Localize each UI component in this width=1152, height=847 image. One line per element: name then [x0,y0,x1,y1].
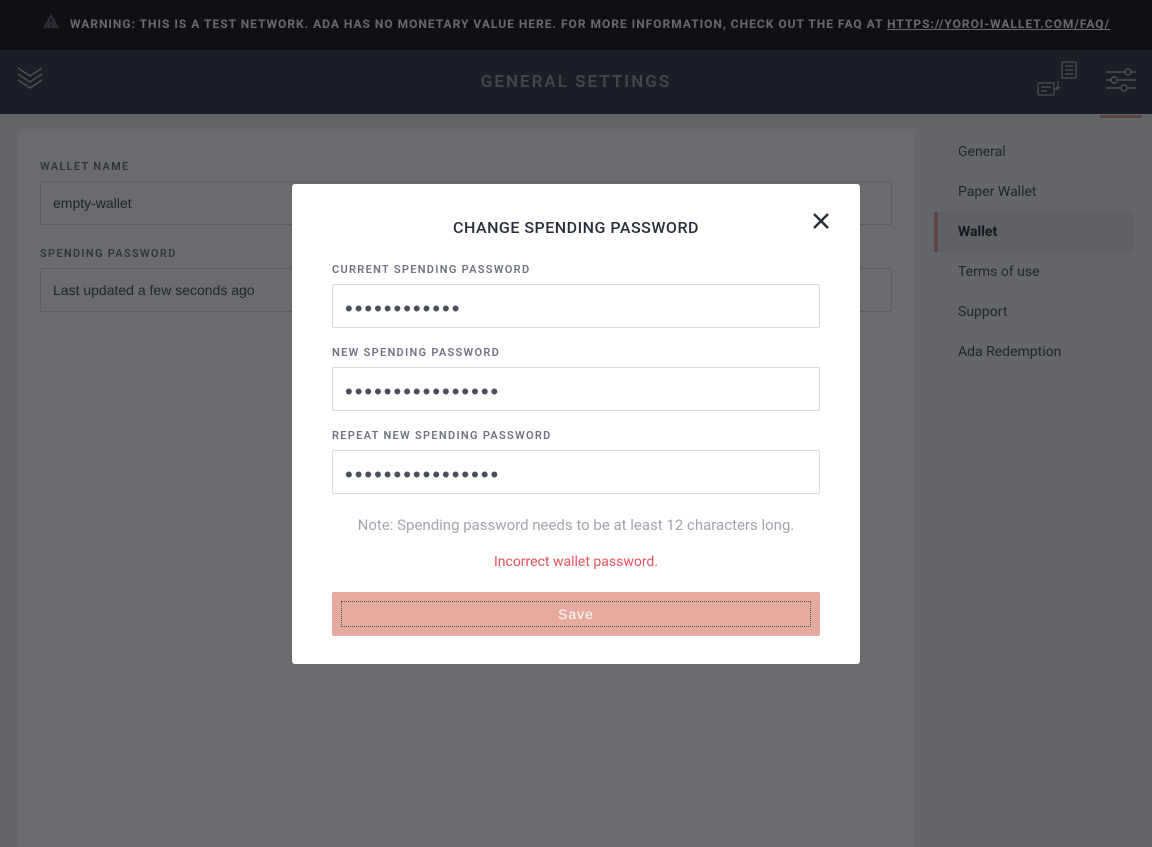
repeat-password-label: REPEAT NEW SPENDING PASSWORD [332,429,820,442]
save-button[interactable]: Save [341,601,811,627]
current-password-input[interactable] [332,284,820,328]
new-password-input[interactable] [332,367,820,411]
save-button-wrap: Save [332,592,820,636]
repeat-password-input[interactable] [332,450,820,494]
password-note: Note: Spending password needs to be at l… [332,516,820,534]
repeat-password-group: REPEAT NEW SPENDING PASSWORD [332,429,820,494]
new-password-label: NEW SPENDING PASSWORD [332,346,820,359]
password-error: Incorrect wallet password. [332,554,820,570]
modal-title: CHANGE SPENDING PASSWORD [332,218,820,237]
new-password-group: NEW SPENDING PASSWORD [332,346,820,411]
change-password-modal: CHANGE SPENDING PASSWORD CURRENT SPENDIN… [292,184,860,664]
current-password-group: CURRENT SPENDING PASSWORD [332,263,820,328]
modal-overlay[interactable]: CHANGE SPENDING PASSWORD CURRENT SPENDIN… [0,0,1152,847]
current-password-label: CURRENT SPENDING PASSWORD [332,263,820,276]
close-icon[interactable] [812,212,830,230]
